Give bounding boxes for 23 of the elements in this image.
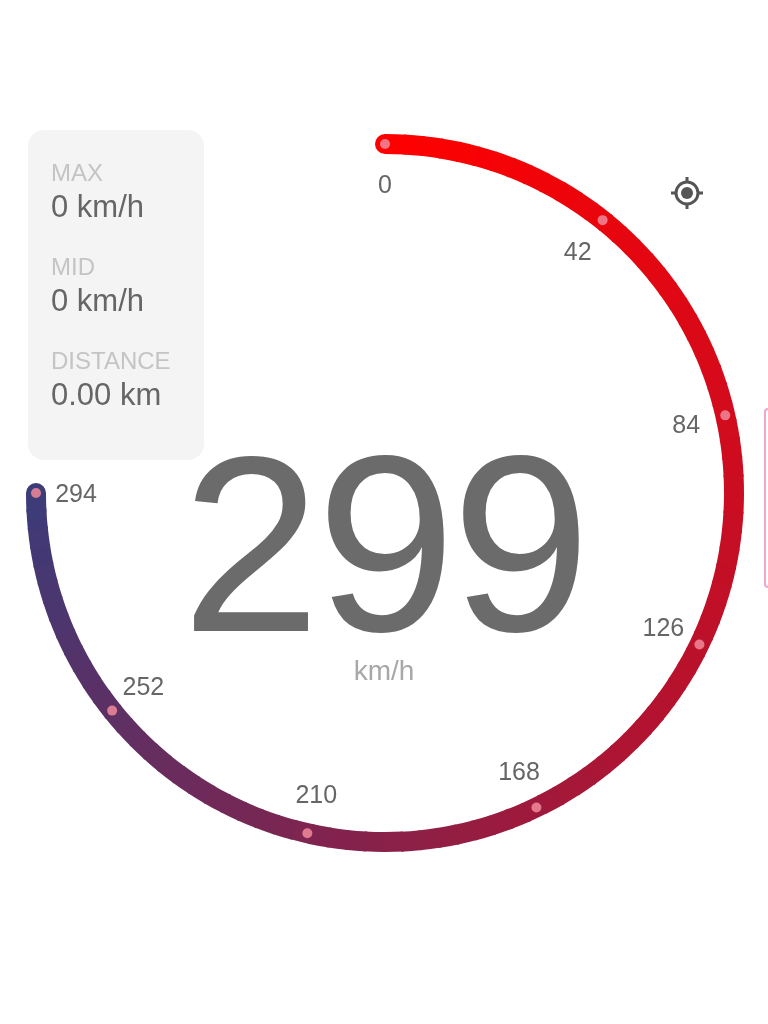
speed-reading: 299 [181,440,587,650]
tick-dot [531,802,542,813]
speed-unit: km/h [353,654,415,688]
stat-value: 0 km/h [51,282,146,320]
tick-label: 126 [642,613,685,642]
tick-label: 252 [122,671,165,700]
tick-dot [107,705,118,716]
tick-dot [694,639,705,650]
tick-dot [597,215,608,226]
tick-dot [302,828,313,839]
tick-dot [380,139,390,149]
tick-label: 294 [55,479,97,507]
tick-label: 210 [295,780,338,809]
tick-label: 42 [563,237,592,266]
locate-button[interactable] [668,174,706,212]
tick-dot [31,488,41,498]
tick-label: 84 [672,410,701,439]
crosshair-icon [670,176,704,210]
stat-value: 0 km/h [51,188,146,226]
tick-label: 168 [498,757,540,786]
tick-dot [720,410,731,421]
tick-label: 0 [378,170,392,198]
stat-value: 0.00 km [51,376,163,414]
